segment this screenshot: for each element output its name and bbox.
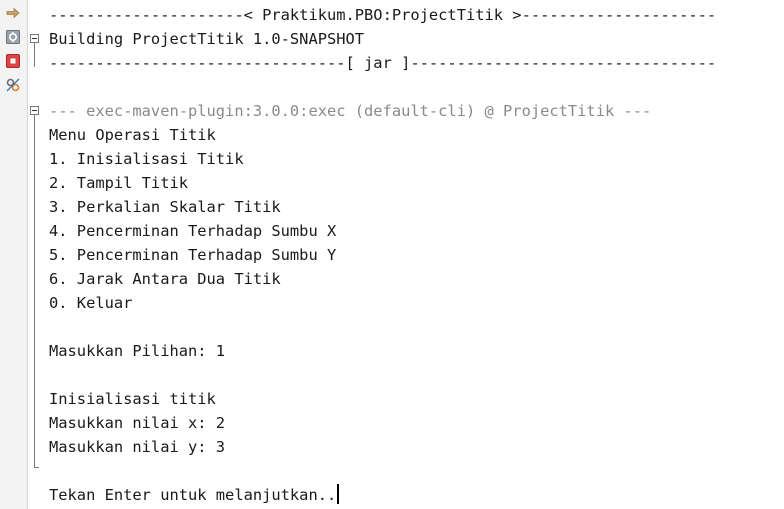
menu-item: 4. Pencerminan Terhadap Sumbu X — [49, 222, 337, 240]
rerun-gear-icon — [5, 29, 21, 49]
menu-item: 3. Perkalian Skalar Titik — [49, 198, 281, 216]
output-console[interactable]: ---------------------< Praktikum.PBO:Pro… — [49, 3, 784, 509]
console-toolbar — [0, 0, 28, 509]
settings-icon — [5, 77, 21, 97]
menu-item: 5. Pencerminan Terhadap Sumbu Y — [49, 246, 337, 264]
init-line: Inisialisasi titik — [49, 390, 216, 408]
menu-title: Menu Operasi Titik — [49, 126, 216, 144]
settings-button[interactable] — [5, 77, 21, 97]
plugin-line: --- exec-maven-plugin:3.0.0:exec (defaul… — [49, 102, 652, 120]
prompt-text: Tekan Enter untuk melanjutkan.. — [49, 486, 337, 504]
fold-gutter — [28, 0, 42, 509]
text-cursor — [337, 484, 340, 504]
fold-toggle-build[interactable] — [30, 34, 39, 43]
stop-icon — [5, 53, 21, 73]
building-line: Building ProjectTitik 1.0-SNAPSHOT — [49, 30, 365, 48]
rerun-button[interactable] — [5, 7, 21, 23]
x-input-line: Masukkan nilai x: 2 — [49, 414, 226, 432]
y-input-line: Masukkan nilai y: 3 — [49, 438, 226, 456]
jar-line: --------------------------------[ jar ]-… — [49, 54, 717, 72]
fold-toggle-exec[interactable] — [30, 106, 39, 115]
choice-line: Masukkan Pilihan: 1 — [49, 342, 226, 360]
menu-item: 0. Keluar — [49, 294, 133, 312]
menu-item: 2. Tampil Titik — [49, 174, 188, 192]
menu-item: 6. Jarak Antara Dua Titik — [49, 270, 281, 288]
fold-line — [34, 43, 35, 67]
stop-button[interactable] — [5, 53, 21, 73]
fold-line — [34, 115, 35, 467]
header-line: ---------------------< Praktikum.PBO:Pro… — [49, 6, 717, 24]
prompt-line[interactable]: Tekan Enter untuk melanjutkan.. — [49, 483, 784, 507]
menu-item: 1. Inisialisasi Titik — [49, 150, 244, 168]
fold-line-end — [34, 467, 39, 468]
arrow-right-icon — [5, 5, 21, 25]
rerun-with-options-button[interactable] — [5, 29, 21, 49]
